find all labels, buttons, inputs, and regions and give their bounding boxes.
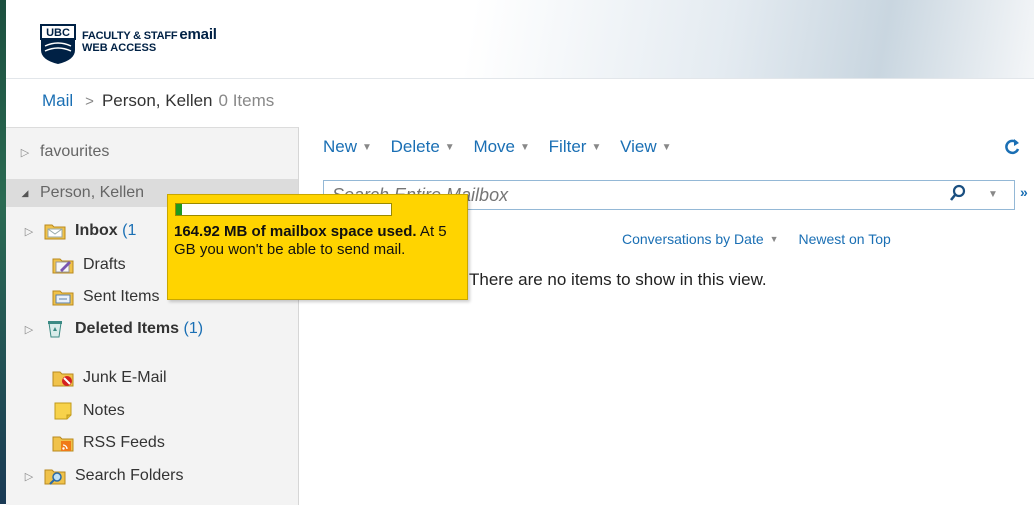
nav-item-notes[interactable]: Notes — [52, 397, 125, 425]
junk-email-icon — [52, 369, 74, 387]
sort-bar: Conversations by Date ▼ Newest on Top — [622, 231, 891, 247]
quota-message: 164.92 MB of mailbox space used. At 5 GB… — [174, 223, 464, 259]
breadcrumb-item-count: 0 Items — [218, 91, 275, 110]
nav-item-junk-email[interactable]: Junk E-Mail — [52, 364, 167, 392]
mailbox-quota-tooltip: 164.92 MB of mailbox space used. At 5 GB… — [167, 194, 468, 300]
arrange-by-label: Conversations by Date — [622, 231, 764, 247]
quota-progress-fill — [176, 204, 183, 215]
nav-item-inbox-label: Inbox — [75, 222, 118, 239]
chevron-down-icon: ▼ — [362, 142, 372, 153]
new-button-label: New — [323, 137, 358, 156]
collapse-arrow-icon[interactable]: ◢ — [18, 188, 32, 199]
nav-item-deleted-items[interactable]: ▷ Deleted Items (1) — [22, 315, 203, 343]
delete-button-label: Delete — [390, 137, 440, 156]
refresh-icon[interactable] — [1002, 137, 1022, 162]
nav-item-sent-items[interactable]: Sent Items — [52, 283, 159, 311]
view-button[interactable]: View ▼ — [620, 137, 671, 156]
logo-wordmark: FACULTY & STAFF email WEB ACCESS — [82, 26, 217, 54]
nav-item-deleted-items-label: Deleted Items — [75, 320, 180, 337]
chevron-down-icon: ▼ — [661, 142, 672, 153]
move-button-label: Move — [473, 137, 516, 156]
nav-item-drafts-label: Drafts — [83, 256, 126, 273]
nav-item-search-folders-label: Search Folders — [75, 467, 184, 484]
filter-button[interactable]: Filter ▼ — [549, 137, 602, 156]
nav-item-deleted-items-count: (1) — [183, 320, 204, 337]
delete-button[interactable]: Delete ▼ — [391, 137, 455, 156]
sort-order-link[interactable]: Newest on Top — [798, 231, 890, 247]
breadcrumb-mail-link[interactable]: Mail — [42, 91, 73, 110]
drafts-icon — [52, 256, 74, 274]
search-folders-icon — [44, 467, 66, 485]
chevron-down-icon: ▼ — [444, 142, 455, 153]
notes-icon — [52, 402, 74, 420]
nav-item-sent-items-label: Sent Items — [83, 288, 160, 305]
breadcrumb-current-folder: Person, Kellen — [101, 91, 213, 110]
filter-button-label: Filter — [548, 137, 587, 156]
mail-toolbar: New ▼ Delete ▼ Move ▼ Filter ▼ View ▼ — [323, 137, 686, 157]
chevron-down-icon: ▼ — [591, 142, 602, 153]
view-button-label: View — [620, 137, 657, 156]
app-header: UBC FACULTY & STAFF email WEB ACCESS — [6, 0, 1034, 79]
logo-email: email — [179, 26, 217, 43]
logo-line1: FACULTY & STAFF — [82, 30, 178, 42]
nav-item-junk-email-label: Junk E-Mail — [83, 369, 167, 386]
logo-short: UBC — [46, 27, 70, 39]
nav-item-inbox-count: (1 — [122, 222, 137, 239]
ubc-shield-icon: UBC — [40, 24, 76, 64]
breadcrumb-separator: > — [85, 93, 94, 110]
nav-item-rss-feeds[interactable]: RSS Feeds — [52, 429, 165, 457]
folder-pane: ▷ favourites ◢ Person, Kellen ▷ Inbox (1… — [6, 127, 299, 505]
expand-reading-pane-icon[interactable]: » — [1020, 184, 1028, 200]
breadcrumb: Mail > Person, Kellen 0 Items — [42, 91, 274, 111]
expand-arrow-icon[interactable]: ▷ — [22, 323, 36, 336]
nav-item-inbox[interactable]: ▷ Inbox (1 — [22, 217, 136, 245]
new-button[interactable]: New ▼ — [323, 137, 372, 156]
nav-item-rss-feeds-label: RSS Feeds — [83, 434, 165, 451]
chevron-down-icon: ▼ — [769, 234, 779, 244]
search-options-chevron-icon[interactable]: ▼ — [988, 189, 998, 200]
expand-arrow-icon[interactable]: ▷ — [22, 225, 36, 238]
nav-item-search-folders[interactable]: ▷ Search Folders — [22, 462, 184, 490]
move-button[interactable]: Move ▼ — [473, 137, 529, 156]
expand-arrow-icon[interactable]: ▷ — [18, 146, 32, 159]
rss-feeds-icon — [52, 434, 74, 452]
logo-line2: WEB ACCESS — [82, 42, 157, 54]
arrange-by-dropdown[interactable]: Conversations by Date ▼ — [622, 231, 795, 247]
nav-item-drafts[interactable]: Drafts — [52, 251, 126, 279]
expand-arrow-icon[interactable]: ▷ — [22, 470, 36, 483]
deleted-items-icon — [44, 320, 66, 338]
nav-favourites[interactable]: ▷ favourites — [18, 138, 110, 166]
empty-list-message: There are no items to show in this view. — [469, 270, 767, 289]
inbox-folder-icon — [44, 222, 66, 240]
search-icon[interactable] — [949, 184, 967, 207]
nav-item-notes-label: Notes — [83, 402, 125, 419]
nav-account-label: Person, Kellen — [40, 184, 145, 201]
nav-favourites-label: favourites — [40, 143, 110, 160]
quota-used-text: 164.92 MB of mailbox space used. — [174, 223, 417, 240]
chevron-down-icon: ▼ — [520, 142, 530, 153]
sent-items-icon — [52, 288, 74, 306]
quota-progress-bar — [175, 203, 392, 216]
